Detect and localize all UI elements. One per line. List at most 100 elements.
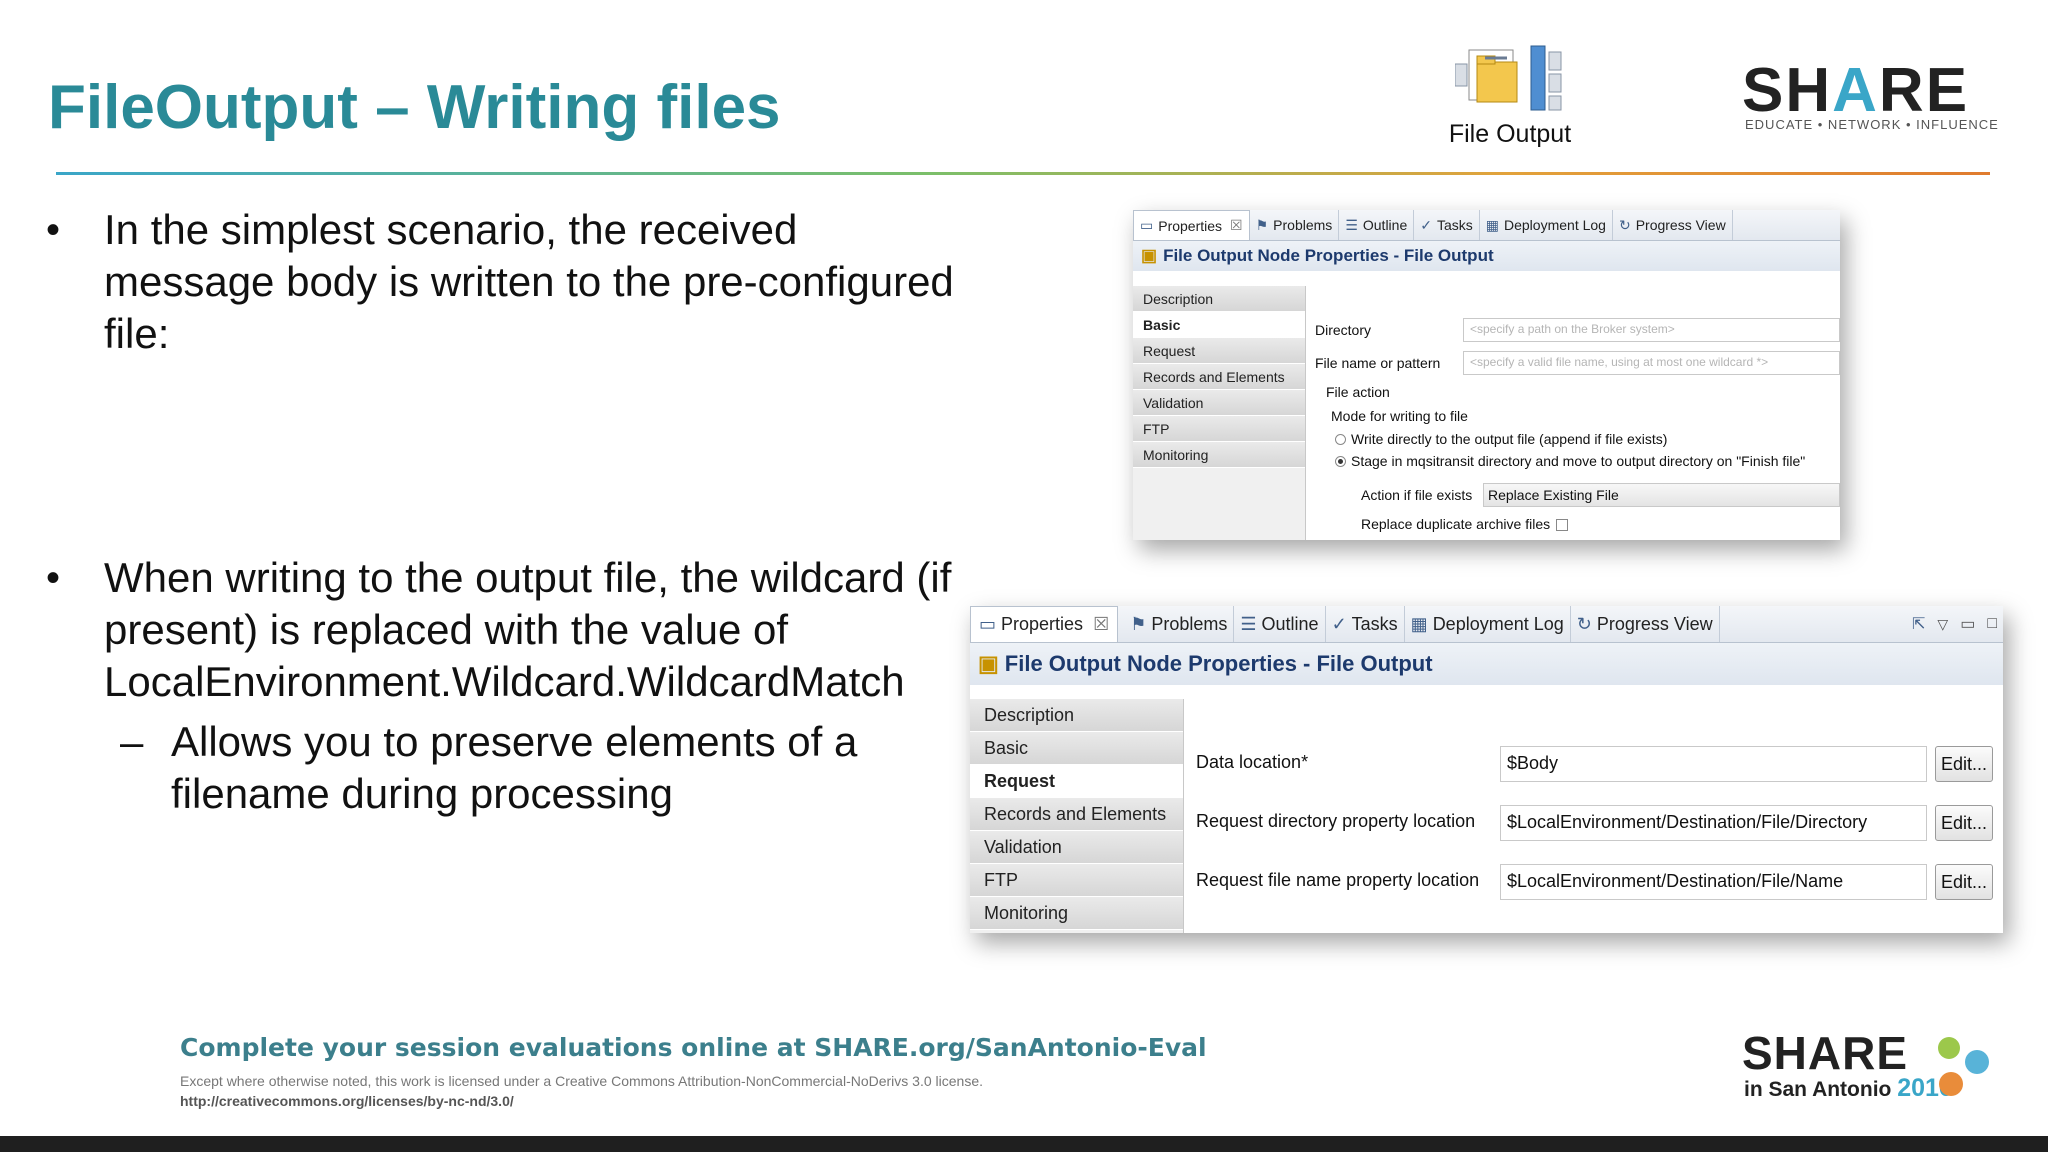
radio-button-selected[interactable]: [1335, 456, 1346, 467]
bullet-2-line-3: LocalEnvironment.Wildcard.WildcardMatch: [104, 658, 905, 705]
properties-sidebar: Description Basic Request Records and El…: [970, 699, 1184, 933]
problems-icon: ⚑: [1255, 216, 1269, 233]
view-tab-bar: ▭ Properties ☒ ⚑ Problems ☰ Outline ✓ Tasks ▦…: [970, 606, 2003, 643]
tab-problems[interactable]: ⚑ Problems: [1250, 210, 1340, 240]
bottom-bar: [0, 1136, 2048, 1152]
bullet-2: When writing to the output file, the wil…: [104, 552, 951, 708]
sidebar-item-basic[interactable]: Basic: [1133, 312, 1305, 338]
sidebar-item-validation[interactable]: Validation: [1133, 390, 1305, 416]
progress-icon: ↻: [1618, 216, 1631, 233]
filename-label: File name or pattern: [1315, 355, 1441, 371]
bullet-1-line-3: file:: [104, 310, 170, 357]
tab-tasks[interactable]: ✓ Tasks: [1326, 606, 1405, 642]
properties-title: ▣ File Output Node Properties - File Outp…: [1133, 241, 1840, 271]
edit-request-directory-button[interactable]: Edit...: [1935, 805, 1993, 841]
sidebar-item-description[interactable]: Description: [970, 699, 1183, 732]
progress-icon: ↻: [1576, 613, 1592, 634]
filename-input[interactable]: <specify a valid file name, using at mos…: [1463, 351, 1840, 375]
tab-problems[interactable]: ⚑ Problems: [1118, 606, 1235, 642]
bullet-marker: •: [46, 208, 61, 252]
view-tab-bar: ▭ Properties ☒ ⚑ Problems ☰ Outline ✓ Tasks ▦…: [1133, 210, 1840, 241]
license-text: Except where otherwise noted, this work …: [180, 1073, 984, 1089]
data-location-label: Data location*: [1196, 752, 1309, 772]
maximize-icon[interactable]: □: [1981, 606, 2003, 642]
file-output-node-label: File Output: [1448, 120, 1572, 148]
sidebar-item-validation[interactable]: Validation: [970, 831, 1183, 864]
file-action-label: File action: [1326, 384, 1390, 400]
minimize-icon[interactable]: ▭: [1954, 606, 1981, 642]
properties-panel-request: ▭ Properties ☒ ⚑ Problems ☰ Outline ✓ Tasks ▦…: [970, 606, 2003, 933]
bullet-2-line-2: present) is replaced with the value of: [104, 606, 789, 653]
request-filename-input[interactable]: $LocalEnvironment/Destination/File/Name: [1500, 864, 1927, 900]
sidebar-item-records-and-elements[interactable]: Records and Elements: [970, 798, 1183, 831]
share-2016-subtitle: in San Antonio 2016: [1744, 1074, 1953, 1102]
bullet-1: In the simplest scenario, the received m…: [104, 204, 954, 360]
tab-properties[interactable]: ▭ Properties ☒: [970, 606, 1119, 642]
sub-bullet-line-1: Allows you to preserve elements of a: [171, 718, 858, 765]
bullet-marker: •: [46, 556, 61, 600]
pin-icon[interactable]: ⇱: [1906, 606, 1931, 642]
action-if-exists-select[interactable]: Replace Existing File: [1483, 483, 1840, 507]
directory-input[interactable]: <specify a path on the Broker system>: [1463, 318, 1840, 342]
properties-icon: ▭: [979, 614, 997, 634]
radio-stage-mqsitransit[interactable]: Stage in mqsitransit directory and move …: [1335, 453, 1805, 469]
replace-duplicate-checkbox[interactable]: [1556, 519, 1569, 531]
share-tagline: EDUCATE • NETWORK • INFLUENCE: [1745, 117, 1999, 132]
properties-title: ▣ File Output Node Properties - File Outp…: [970, 643, 2003, 685]
sidebar-item-ftp[interactable]: FTP: [970, 864, 1183, 897]
sidebar-item-request[interactable]: Request: [970, 765, 1183, 798]
outline-icon: ☰: [1240, 613, 1257, 634]
view-menu-icon[interactable]: ▽: [1931, 606, 1954, 642]
tab-outline[interactable]: ☰ Outline: [1339, 210, 1415, 240]
tab-properties[interactable]: ▭ Properties ☒: [1133, 210, 1250, 240]
edit-data-location-button[interactable]: Edit...: [1935, 746, 1993, 782]
sidebar-item-basic[interactable]: Basic: [970, 732, 1183, 765]
outline-icon: ☰: [1345, 216, 1358, 233]
sidebar-item-request[interactable]: Request: [1133, 338, 1305, 364]
license-link[interactable]: http://creativecommons.org/licenses/by-n…: [180, 1093, 514, 1109]
directory-label: Directory: [1315, 322, 1372, 338]
node-icon: ▣: [978, 651, 999, 676]
sidebar-item-description[interactable]: Description: [1133, 286, 1305, 312]
sidebar-item-records-and-elements[interactable]: Records and Elements: [1133, 364, 1305, 390]
properties-icon: ▭: [1140, 217, 1154, 233]
sub-bullet-line-2: filename during processing: [171, 770, 673, 817]
request-filename-label: Request file name property location: [1196, 870, 1480, 890]
tab-progress-view[interactable]: ↻ Progress View: [1613, 210, 1733, 240]
table-icon: ▦: [1410, 613, 1428, 634]
sub-bullet-marker: –: [120, 718, 144, 765]
close-icon[interactable]: ☒: [1230, 217, 1243, 234]
tab-deployment-log[interactable]: ▦ Deployment Log: [1405, 606, 1571, 642]
share-2016-logo: SHARE: [1742, 1027, 1909, 1079]
slide-title: FileOutput – Writing files: [48, 73, 781, 142]
tab-tasks[interactable]: ✓ Tasks: [1414, 210, 1480, 240]
radio-write-directly[interactable]: Write directly to the output file (appen…: [1335, 431, 1667, 447]
edit-request-filename-button[interactable]: Edit...: [1935, 864, 1993, 900]
replace-duplicate-archive: Replace duplicate archive files: [1361, 516, 1569, 532]
session-eval-text: Complete your session evaluations online…: [180, 1033, 1207, 1062]
tasks-icon: ✓: [1420, 216, 1432, 233]
sidebar-item-monitoring[interactable]: Monitoring: [970, 897, 1183, 930]
tab-outline[interactable]: ☰ Outline: [1234, 606, 1326, 642]
mode-label: Mode for writing to file: [1331, 408, 1468, 424]
data-location-input[interactable]: $Body: [1500, 746, 1927, 782]
sidebar-item-monitoring[interactable]: Monitoring: [1133, 442, 1305, 468]
title-divider: [56, 172, 1990, 175]
share-logo: SHARE: [1742, 56, 1970, 125]
tab-deployment-log[interactable]: ▦ Deployment Log: [1480, 210, 1613, 240]
properties-panel-basic: ▭ Properties ☒ ⚑ Problems ☰ Outline ✓ Tasks ▦…: [1133, 210, 1840, 540]
tab-progress-view[interactable]: ↻ Progress View: [1571, 606, 1720, 642]
table-icon: ▦: [1485, 216, 1499, 233]
request-directory-input[interactable]: $LocalEnvironment/Destination/File/Direc…: [1500, 805, 1927, 841]
node-icon: ▣: [1141, 246, 1158, 265]
tasks-icon: ✓: [1331, 613, 1347, 634]
action-if-exists-label: Action if file exists: [1361, 487, 1473, 503]
bullet-1-line-1: In the simplest scenario, the received: [104, 206, 798, 253]
request-directory-label: Request directory property location: [1196, 811, 1476, 831]
radio-button[interactable]: [1335, 434, 1346, 445]
close-icon[interactable]: ☒: [1093, 614, 1109, 635]
file-output-node-icon: [1455, 45, 1562, 111]
problems-icon: ⚑: [1130, 613, 1147, 634]
share-social-icons: [1938, 1037, 1989, 1096]
sidebar-item-ftp[interactable]: FTP: [1133, 416, 1305, 442]
